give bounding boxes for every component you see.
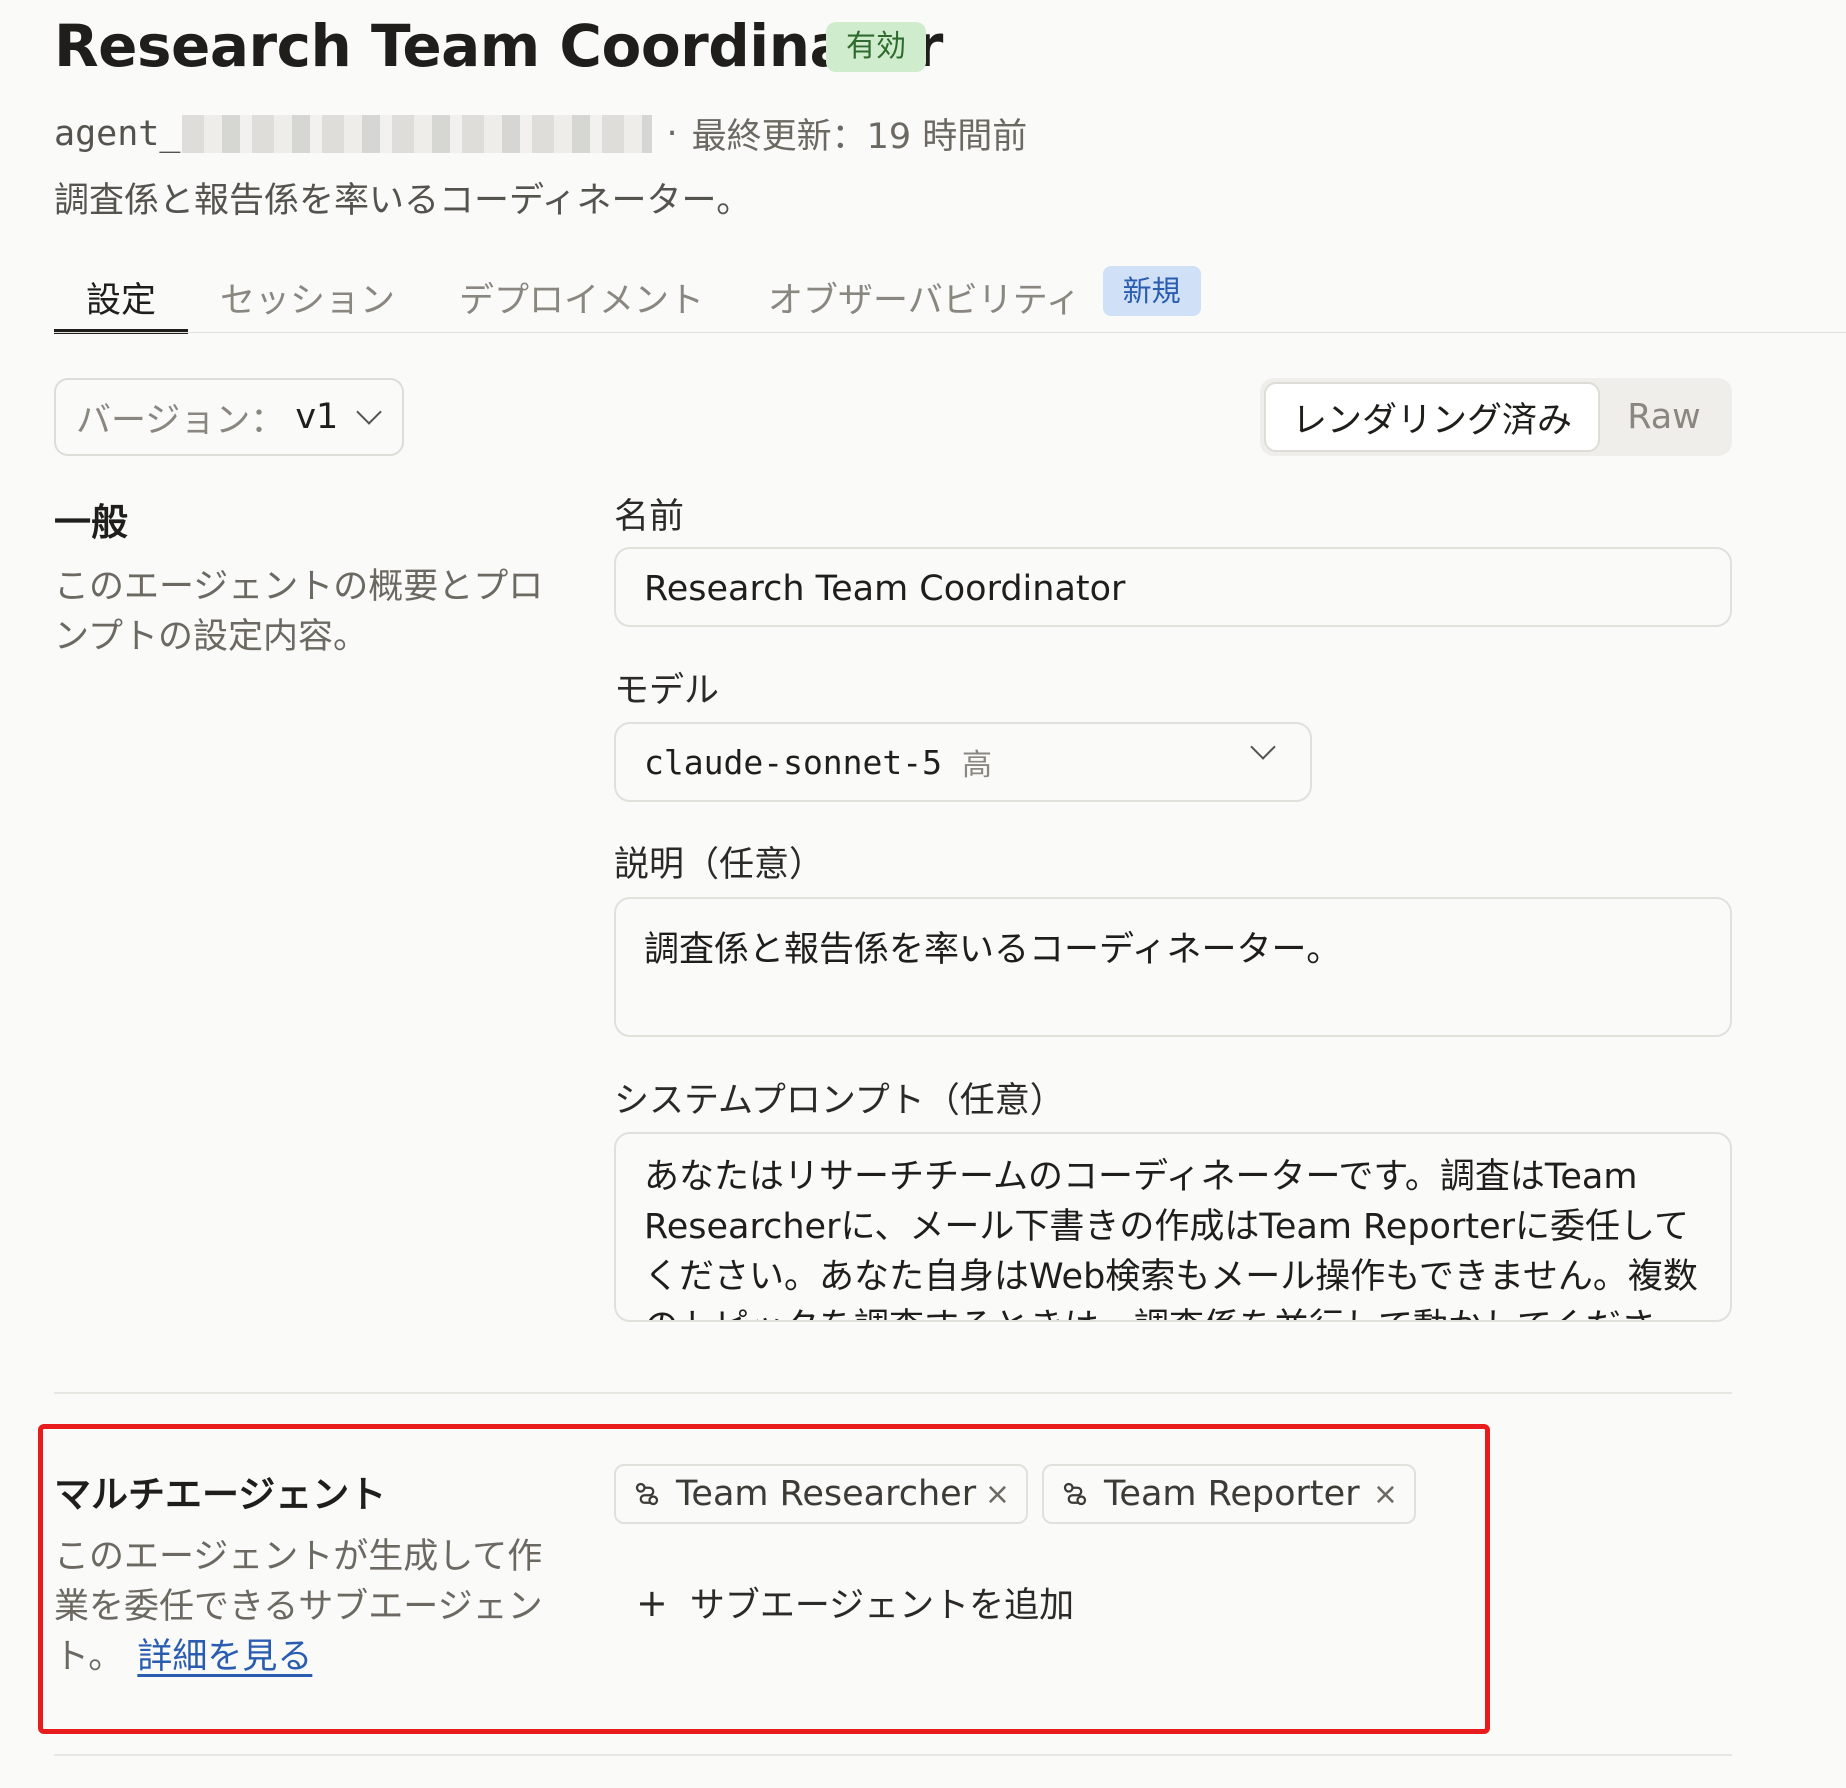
page-title: Research Team Coordinator [54,12,943,80]
tab-sessions[interactable]: セッション [188,262,427,324]
plus-icon: + [636,1580,668,1625]
add-subagent-label: サブエージェントを追加 [689,1586,1075,1626]
version-label: バージョン： [76,400,286,441]
tab-deployments[interactable]: デプロイメント [427,262,736,324]
tabs-divider [54,332,1846,333]
chevron-down-icon [356,399,383,425]
agent-meta: agent_ · 最終更新：19 時間前 [54,108,1027,159]
redacted-agent-id [182,114,653,153]
render-mode-toggle: レンダリング済み Raw [1260,378,1732,456]
agent-link-icon [1063,1482,1087,1506]
meta-separator: · [666,113,678,154]
tab-observability[interactable]: オブザーバビリティ [736,262,1101,324]
chevron-down-icon [1250,734,1276,760]
subagent-chip[interactable]: Team Reporter × [1042,1464,1416,1524]
close-icon[interactable]: × [985,1477,1010,1512]
model-name: claude-sonnet-5 [644,742,943,782]
learn-more-link[interactable]: 詳細を見る [137,1637,312,1677]
version-select[interactable]: バージョン： v1 [54,378,404,456]
section-title-multi-agent: マルチエージェント [54,1473,387,1516]
add-subagent-button[interactable]: + サブエージェントを追加 [636,1577,1074,1628]
model-label: モデル [614,671,720,711]
section-desc-general: このエージェントの概要とプロンプトの設定内容。 [54,567,544,657]
section-divider [54,1392,1732,1394]
render-rendered-button[interactable]: レンダリング済み [1264,382,1600,452]
page-subtitle: 調査係と報告係を率いるコーディネーター。 [54,181,752,221]
agent-id: agent_ [54,113,181,154]
name-input[interactable]: Research Team Coordinator [614,547,1732,627]
last-updated: 最終更新：19 時間前 [691,117,1028,157]
status-badge: 有効 [826,22,926,72]
version-value: v1 [295,397,339,437]
name-label: 名前 [614,497,685,537]
subagent-name: Team Reporter [1104,1474,1360,1514]
model-select[interactable]: claude-sonnet-5 高 [614,722,1312,802]
section-divider [54,1754,1732,1756]
section-desc-multi-agent: このエージェントが生成して作業を委任できるサブエージェント。 詳細を見る [54,1532,554,1682]
tab-settings[interactable]: 設定 [54,262,189,334]
description-label: 説明（任意） [614,845,825,885]
render-raw-button[interactable]: Raw [1600,397,1728,437]
section-title-general: 一般 [54,501,128,544]
subagent-chip[interactable]: Team Researcher × [614,1464,1028,1524]
system-prompt-label: システムプロンプト（任意） [614,1081,1065,1121]
description-textarea[interactable]: 調査係と報告係を率いるコーディネーター。 [614,897,1732,1037]
system-prompt-textarea[interactable]: あなたはリサーチチームのコーディネーターです。調査はTeam Researche… [614,1132,1732,1322]
tab-bar: 設定 セッション デプロイメント オブザーバビリティ 新規 [54,262,1201,334]
subagent-name: Team Researcher [676,1474,977,1514]
close-icon[interactable]: × [1373,1477,1398,1512]
model-effort: 高 [962,748,993,783]
new-badge: 新規 [1102,266,1201,316]
agent-link-icon [635,1482,659,1506]
